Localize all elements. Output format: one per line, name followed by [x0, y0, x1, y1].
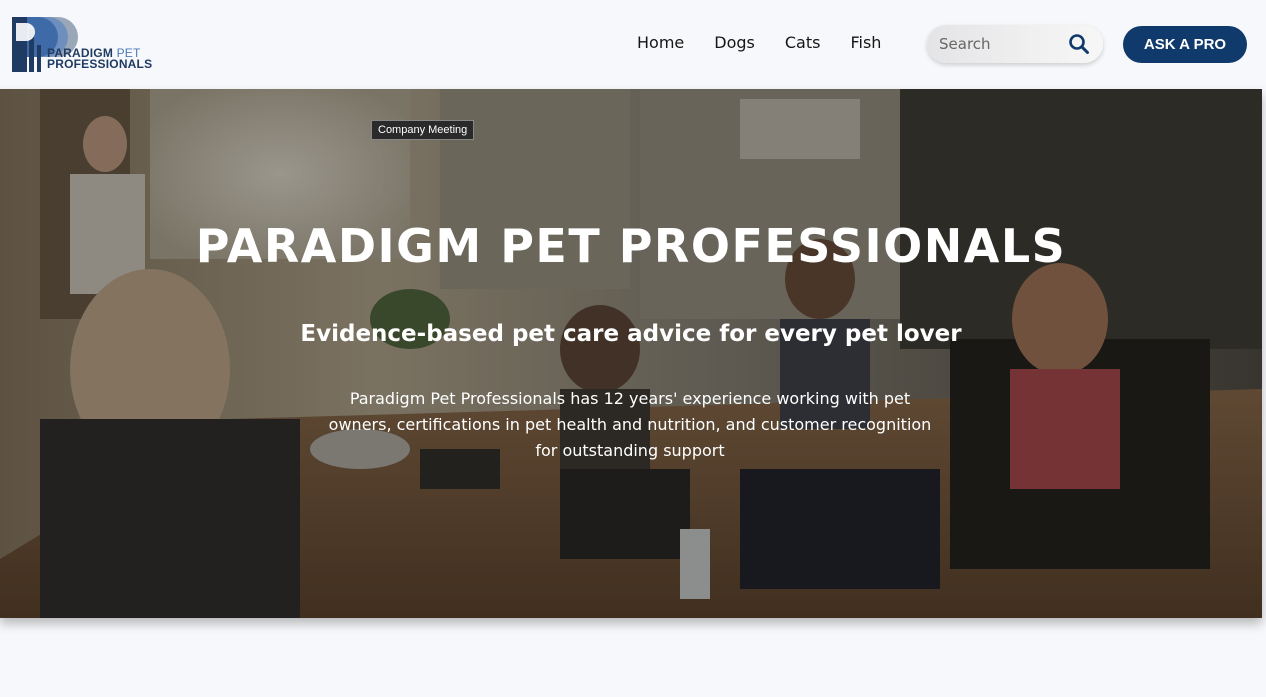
logo-word-professionals: PROFESSIONALS: [47, 57, 153, 71]
nav-link-home[interactable]: Home: [637, 33, 684, 53]
site-header: PARADIGM PET PROFESSIONALS Home Dogs Cat…: [0, 0, 1266, 89]
nav-link-fish[interactable]: Fish: [850, 33, 881, 53]
search-icon[interactable]: [1068, 33, 1090, 55]
hero-banner: Company Meeting PARADIGM PET PROFESSIONA…: [0, 89, 1262, 618]
hero-subtitle: Evidence-based pet care advice for every…: [300, 321, 962, 347]
nav-link-cats[interactable]: Cats: [785, 33, 821, 53]
brand-logo[interactable]: PARADIGM PET PROFESSIONALS: [12, 15, 162, 75]
hero-overlay: [0, 89, 1262, 618]
nav-link-dogs[interactable]: Dogs: [714, 33, 755, 53]
ask-a-pro-button[interactable]: ASK A PRO: [1123, 26, 1247, 63]
hero-description: Paradigm Pet Professionals has 12 years'…: [328, 389, 932, 460]
logo-wordmark: PARADIGM PET PROFESSIONALS: [47, 47, 153, 71]
hero-title: PARADIGM PET PROFESSIONALS: [195, 219, 1067, 273]
search-input[interactable]: [937, 33, 1062, 55]
main-nav: Home Dogs Cats Fish: [637, 33, 881, 53]
image-tooltip: Company Meeting: [371, 120, 475, 140]
search-box: [927, 25, 1103, 63]
